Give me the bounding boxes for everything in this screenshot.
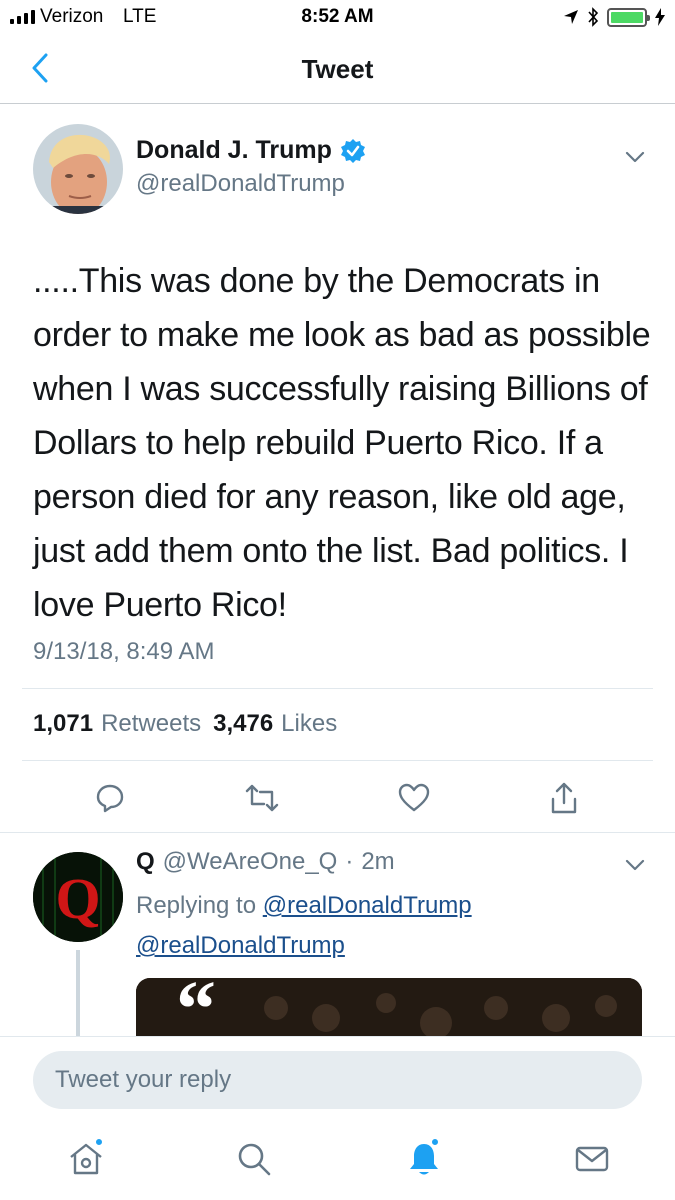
location-arrow-icon (564, 10, 578, 24)
author-handle[interactable]: @realDonaldTrump (136, 170, 345, 198)
reply-header: Q @WeAreOne_Q · 2m (136, 848, 395, 876)
author-avatar[interactable] (33, 124, 123, 214)
tab-search[interactable] (232, 1137, 276, 1181)
chevron-down-icon (625, 859, 645, 871)
status-icons (563, 5, 665, 29)
reply-author-avatar[interactable]: Q (33, 852, 123, 942)
reply-author-handle[interactable]: @WeAreOne_Q (163, 848, 338, 876)
heart-icon (398, 783, 430, 812)
reply-composer: Tweet your reply (0, 1036, 675, 1121)
verified-badge-icon (340, 138, 365, 163)
tab-notifications[interactable] (402, 1137, 446, 1181)
replying-to-label: Replying to (136, 892, 257, 919)
replying-to-link[interactable]: @realDonaldTrump (263, 892, 472, 919)
divider (22, 688, 653, 689)
home-badge-dot (94, 1137, 104, 1147)
reply-avatar-letter: Q (55, 866, 100, 931)
tab-messages[interactable] (570, 1137, 614, 1181)
tweet-stats: 1,071 Retweets 3,476 Likes (33, 710, 337, 738)
tweet-timestamp: 9/13/18, 8:49 AM (33, 638, 215, 665)
tweet-menu-button[interactable] (620, 142, 650, 172)
notifications-badge-dot (430, 1137, 440, 1147)
reply-author-name[interactable]: Q (136, 848, 155, 876)
page-title: Tweet (301, 54, 374, 84)
likes-count: 3,476 (213, 710, 274, 737)
charging-icon (655, 8, 665, 26)
retweets-count: 1,071 (33, 710, 94, 737)
tab-bar (0, 1121, 675, 1200)
reply-icon (96, 784, 124, 813)
reply-menu-button[interactable] (620, 850, 650, 880)
share-button[interactable] (544, 778, 584, 818)
reply-button[interactable] (90, 778, 130, 818)
chevron-down-icon (625, 151, 645, 163)
thread-line (76, 950, 80, 1040)
likes-label: Likes (281, 710, 338, 737)
messages-icon (575, 1146, 609, 1172)
bluetooth-icon (588, 7, 599, 27)
author-name-text: Donald J. Trump (136, 136, 332, 164)
like-button[interactable] (394, 778, 434, 818)
reply-separator: · (345, 848, 354, 875)
status-bar: Verizon LTE 8:52 AM (0, 0, 675, 36)
navigation-bar: Tweet (0, 36, 675, 104)
tab-home[interactable] (64, 1137, 108, 1181)
reply-input[interactable]: Tweet your reply (33, 1051, 642, 1109)
retweets-label: Retweets (101, 710, 202, 737)
retweet-icon (245, 784, 279, 812)
search-icon (238, 1143, 271, 1176)
replying-to-line: Replying to @realDonaldTrump @realDonald… (136, 886, 656, 966)
divider (0, 832, 675, 833)
retweets-stat[interactable]: 1,071 Retweets (33, 710, 201, 738)
retweet-button[interactable] (242, 778, 282, 818)
tweet-text: .....This was done by the Democrats in o… (33, 262, 651, 624)
reply-mention-link[interactable]: @realDonaldTrump (136, 932, 345, 959)
likes-stat[interactable]: 3,476 Likes (213, 710, 337, 738)
divider (22, 760, 653, 761)
tweet-actions (0, 778, 675, 818)
share-icon (551, 782, 577, 814)
battery-icon (607, 7, 650, 27)
reply-time: 2m (361, 848, 395, 875)
author-name[interactable]: Donald J. Trump (136, 136, 366, 165)
